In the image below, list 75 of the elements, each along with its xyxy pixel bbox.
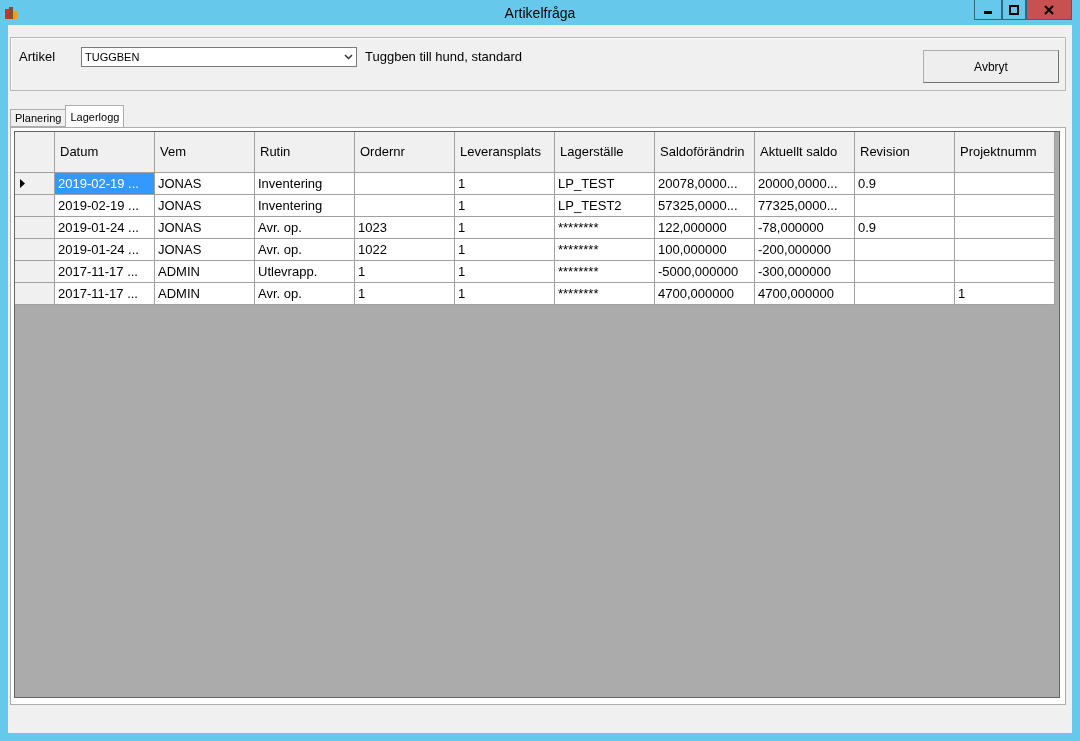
close-button[interactable] [1026,0,1072,20]
table-cell: -300,000000 [755,261,855,283]
minimize-button[interactable] [974,0,1002,20]
table-cell: 1023 [355,217,455,239]
table-cell: 1 [455,173,555,195]
article-description: Tuggben till hund, standard [365,49,523,64]
table-cell: 4700,000000 [655,283,755,305]
table-cell: 57325,0000... [655,195,755,217]
table-cell: 2019-02-19 ... [55,173,155,195]
column-header[interactable]: Rutin [255,132,355,173]
column-header[interactable]: Lagerställe [555,132,655,173]
column-header[interactable]: Ordernr [355,132,455,173]
table-cell: 1 [455,217,555,239]
table-cell: 1 [455,239,555,261]
table-cell: JONAS [155,217,255,239]
table-cell: 1 [455,261,555,283]
table-cell: 2017-11-17 ... [55,261,155,283]
row-header[interactable] [15,173,55,195]
column-header[interactable]: Aktuellt saldo [755,132,855,173]
table-cell: 122,000000 [655,217,755,239]
current-row-icon [20,179,25,188]
table-cell: 1 [355,283,455,305]
column-header[interactable]: Vem [155,132,255,173]
table-cell: -200,000000 [755,239,855,261]
table-cell: Inventering [255,195,355,217]
table-cell: ADMIN [155,283,255,305]
column-header[interactable]: Datum [55,132,155,173]
table-cell: 1 [455,195,555,217]
app-icon [4,5,18,20]
close-icon [1044,4,1054,15]
maximize-icon [1009,4,1019,15]
table-cell: JONAS [155,195,255,217]
table-cell: Avr. op. [255,217,355,239]
table-cell: JONAS [155,173,255,195]
column-header[interactable]: Revision [855,132,955,173]
table-cell: 1022 [355,239,455,261]
column-header[interactable]: Saldoförändrin [655,132,755,173]
table-cell: 77325,0000... [755,195,855,217]
cancel-button[interactable]: Avbryt [923,50,1059,83]
table-cell: -5000,000000 [655,261,755,283]
article-dropdown[interactable]: TUGGBEN [81,47,357,67]
table-cell: Avr. op. [255,283,355,305]
table-cell: 4700,000000 [755,283,855,305]
tab[interactable]: Planering [10,109,67,127]
article-label: Artikel [19,49,57,64]
table-cell: 1 [355,261,455,283]
table-cell: 1 [455,283,555,305]
table-cell: ******** [555,283,655,305]
table-cell: Inventering [255,173,355,195]
table-cell: 0.9 [855,173,955,195]
table-cell: 100,000000 [655,239,755,261]
table-cell: Utlevrapp. [255,261,355,283]
table-cell: 20078,0000... [655,173,755,195]
table-cell: ******** [555,261,655,283]
table-cell: ADMIN [155,261,255,283]
table-cell: 2017-11-17 ... [55,283,155,305]
chevron-down-icon [344,54,353,60]
minimize-icon [984,11,992,14]
table-cell: 20000,0000... [755,173,855,195]
table-cell: 2019-02-19 ... [55,195,155,217]
table-cell: 2019-01-24 ... [55,239,155,261]
table-cell: LP_TEST2 [555,195,655,217]
table-cell: JONAS [155,239,255,261]
table-cell: -78,000000 [755,217,855,239]
tab[interactable]: Lagerlogg [65,105,125,127]
table-cell: 2019-01-24 ... [55,217,155,239]
table-cell: ******** [555,239,655,261]
table-cell: ******** [555,217,655,239]
column-header[interactable]: Leveransplats [455,132,555,173]
column-header[interactable]: Projektnumm [955,132,1055,173]
table-cell: Avr. op. [255,239,355,261]
table-cell: 1 [955,283,1055,305]
window-title: Artikelfråga [504,5,576,21]
table-cell: 0.9 [855,217,955,239]
table-cell: LP_TEST [555,173,655,195]
